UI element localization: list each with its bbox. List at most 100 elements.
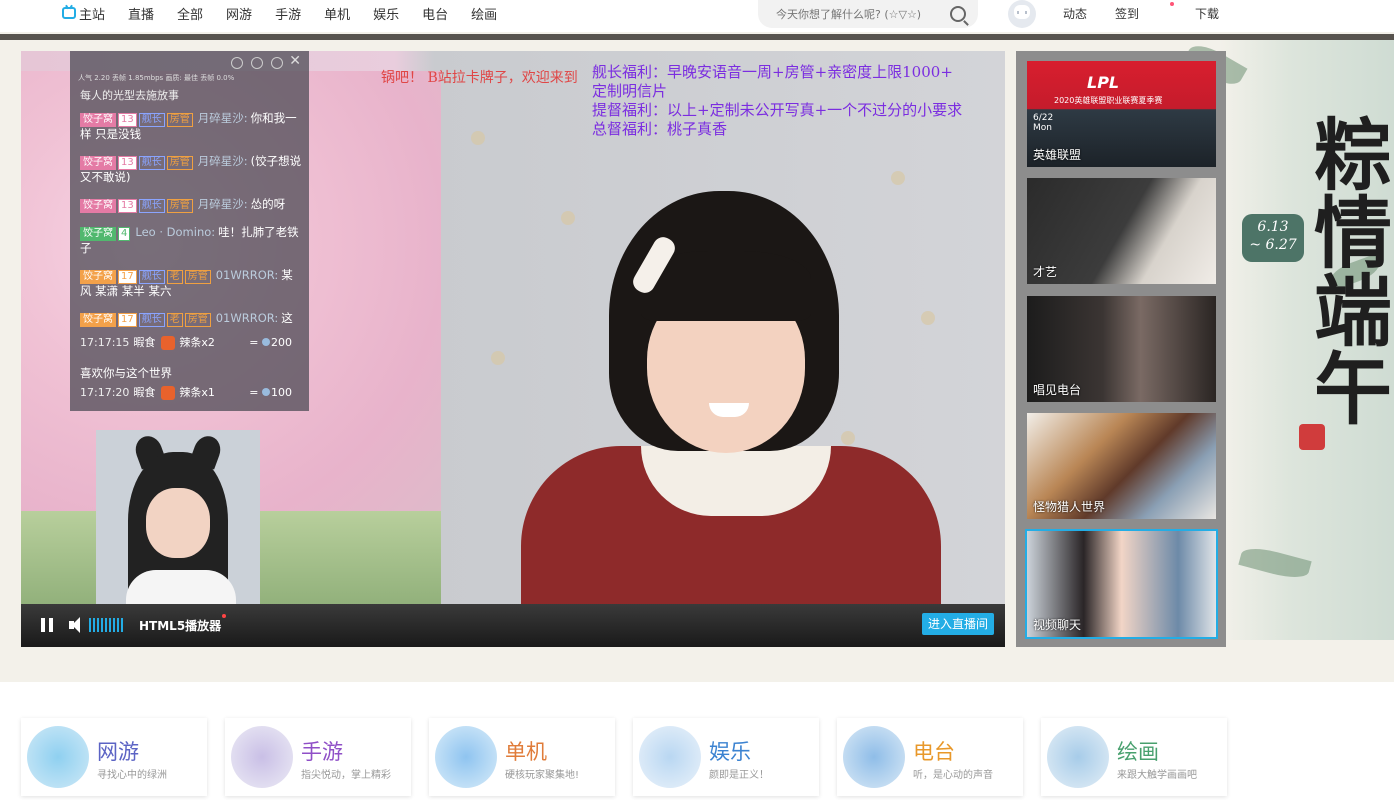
nav-item-mobile-games[interactable]: 手游 [275, 4, 301, 23]
link-download[interactable]: 下载 [1195, 5, 1219, 22]
category-title: 电台 [913, 740, 955, 764]
gift-time: 17:17:15 [80, 336, 130, 349]
chat-message: 饺子窝 17 舰长老房管 01WRROR: 这 [80, 311, 302, 327]
nav-item-label: 主站 [79, 7, 106, 23]
nav-item-label: 绘画 [471, 7, 498, 23]
nav-item-label: 手游 [275, 7, 302, 23]
room-card-monster-hunter[interactable]: 怪物猎人世界 [1027, 413, 1216, 519]
volume-icon[interactable] [69, 617, 85, 633]
room-card-lol[interactable]: LPL 2020英雄联盟职业联赛夏季赛 6/22 Mon 英雄联盟 [1027, 61, 1216, 167]
chat-username[interactable]: 月碎星沙: [198, 111, 248, 125]
live-player[interactable]: 锅吧！ B站拉卡牌子，欢迎来到 舰长福利：早晚安语音一周+房管+亲密度上限100… [21, 51, 1005, 647]
category-online-games[interactable]: 网游 寻找心中的绿洲 [21, 718, 207, 796]
nav-item-online-games[interactable]: 网游 [226, 4, 252, 23]
mascot-icon [1047, 726, 1109, 788]
gift-cost-value: 200 [271, 336, 292, 349]
category-single-player[interactable]: 单机 硬核玩家聚集地! [429, 718, 615, 796]
veteran-badge: 老 [166, 270, 183, 284]
room-card-video-chat[interactable]: 视频聊天 [1025, 529, 1218, 639]
settings-icon[interactable] [231, 57, 243, 69]
nav-item-single-player[interactable]: 单机 [324, 4, 350, 23]
guard-badge: 舰长 [138, 156, 165, 170]
mascot-icon [435, 726, 497, 788]
chat-text: 怂的呀 [250, 197, 286, 211]
search-box [758, 0, 978, 28]
level-badge: 13 [118, 156, 137, 170]
video-frame[interactable]: 锅吧！ B站拉卡牌子，欢迎来到 舰长福利：早晚安语音一周+房管+亲密度上限100… [21, 51, 1005, 647]
nav-item-entertainment[interactable]: 娱乐 [373, 4, 399, 23]
guard-badge: 舰长 [138, 199, 165, 213]
chat-username[interactable]: 月碎星沙: [198, 197, 248, 211]
coin-icon [262, 388, 270, 396]
gift-message: 17:17:20 暇食 辣条x1 = 100 [80, 384, 302, 402]
tv-icon [62, 7, 76, 19]
event-date: 6/22 Mon [1033, 113, 1053, 133]
veteran-badge: 老 [166, 313, 183, 327]
close-icon[interactable]: ✕ [289, 53, 301, 69]
mascot-icon [27, 726, 89, 788]
room-card-singing[interactable]: 唱见电台 [1027, 296, 1216, 402]
date-badge-end: ~ 6.27 [1249, 237, 1297, 253]
search-icon[interactable] [950, 6, 966, 22]
gift-name: 辣条x2 [179, 336, 215, 349]
category-mobile-games[interactable]: 手游 指尖悦动，掌上精彩 [225, 718, 411, 796]
category-radio[interactable]: 电台 听，是心动的声音 [837, 718, 1023, 796]
search-input[interactable] [774, 6, 948, 22]
player-label: HTML5播放器 [139, 614, 227, 634]
category-entertainment[interactable]: 娱乐 颜即是正义！ [633, 718, 819, 796]
guard-badge: 舰长 [138, 113, 165, 127]
fan-club-badge: 饺子窝 [80, 199, 116, 213]
nav-item-live[interactable]: 直播 [128, 4, 154, 23]
date-badge-start: 6.13 [1257, 219, 1289, 235]
nav-item-home[interactable]: 主站 [62, 4, 105, 23]
pause-icon[interactable] [41, 618, 53, 632]
notification-dot [222, 614, 227, 618]
gift-cost: = 100 [249, 386, 292, 399]
gift-message: 17:17:15 暇食 辣条x2 = 200 [80, 334, 302, 352]
chat-username[interactable]: 01WRROR: [216, 311, 279, 325]
link-checkin[interactable]: 签到 [1115, 1, 1175, 22]
admin-badge: 房管 [184, 313, 211, 327]
notice-line: 定制明信片 [592, 82, 668, 100]
spicy-strip-icon [161, 336, 176, 350]
category-title: 单机 [505, 740, 547, 764]
event-subtitle: 2020英雄联盟职业联赛夏季赛 [1054, 96, 1163, 105]
nav-item-label: 电台 [422, 7, 449, 23]
chat-username[interactable]: 月碎星沙: [198, 154, 248, 168]
link-checkin-label: 签到 [1115, 6, 1140, 21]
fan-club-badge: 饺子窝 [80, 270, 116, 284]
guard-badge: 舰长 [138, 313, 165, 327]
nav-menu: 主站 直播 全部 网游 手游 单机 娱乐 电台 绘画 [62, 0, 520, 26]
room-card-label: 才艺 [1033, 265, 1058, 279]
room-card-label: 英雄联盟 [1033, 148, 1082, 162]
admin-badge: 房管 [166, 199, 193, 213]
category-drawing[interactable]: 绘画 来跟大触学画画吧 [1041, 718, 1227, 796]
chat-username[interactable]: 01WRROR: [216, 268, 279, 282]
nav-item-radio[interactable]: 电台 [422, 4, 448, 23]
nav-item-drawing[interactable]: 绘画 [471, 4, 497, 23]
volume-slider[interactable] [89, 618, 125, 632]
top-nav: 主站 直播 全部 网游 手游 单机 娱乐 电台 绘画 动态 签到 下载 [0, 0, 1394, 32]
room-card-talent[interactable]: 才艺 [1027, 178, 1216, 284]
gift-cost-value: 100 [271, 386, 292, 399]
chat-message: 饺子窝 13 舰长 房管 月碎星沙: 怂的呀 [80, 197, 302, 213]
lock-icon[interactable] [251, 57, 263, 69]
level-badge: 17 [118, 313, 137, 327]
chat-toolbar: ✕ [70, 51, 309, 91]
chat-username[interactable]: Leo · Domino: [135, 225, 215, 239]
event-date-day: 6/22 [1033, 113, 1054, 123]
link-icon[interactable] [271, 57, 283, 69]
room-card-label: 怪物猎人世界 [1033, 500, 1106, 514]
admin-badge: 房管 [166, 156, 193, 170]
mascot-icon [231, 726, 293, 788]
banner-top-border [0, 34, 1394, 40]
enter-room-button[interactable]: 进入直播间 [921, 613, 994, 635]
level-badge: 4 [118, 227, 131, 241]
link-dynamics[interactable]: 动态 [1063, 5, 1087, 22]
nav-item-all[interactable]: 全部 [177, 4, 203, 23]
chat-message: 饺子窝 13 舰长 房管 月碎星沙: 你和我一样 只是没钱 [80, 111, 302, 142]
notice-line: 舰长福利：早晚安语音一周+房管+亲密度上限1000+ [592, 63, 953, 81]
category-title: 绘画 [1117, 740, 1159, 764]
avatar[interactable] [1008, 0, 1036, 28]
danmaku-text: 锅吧！ B站拉卡牌子，欢迎来到 [381, 70, 578, 86]
